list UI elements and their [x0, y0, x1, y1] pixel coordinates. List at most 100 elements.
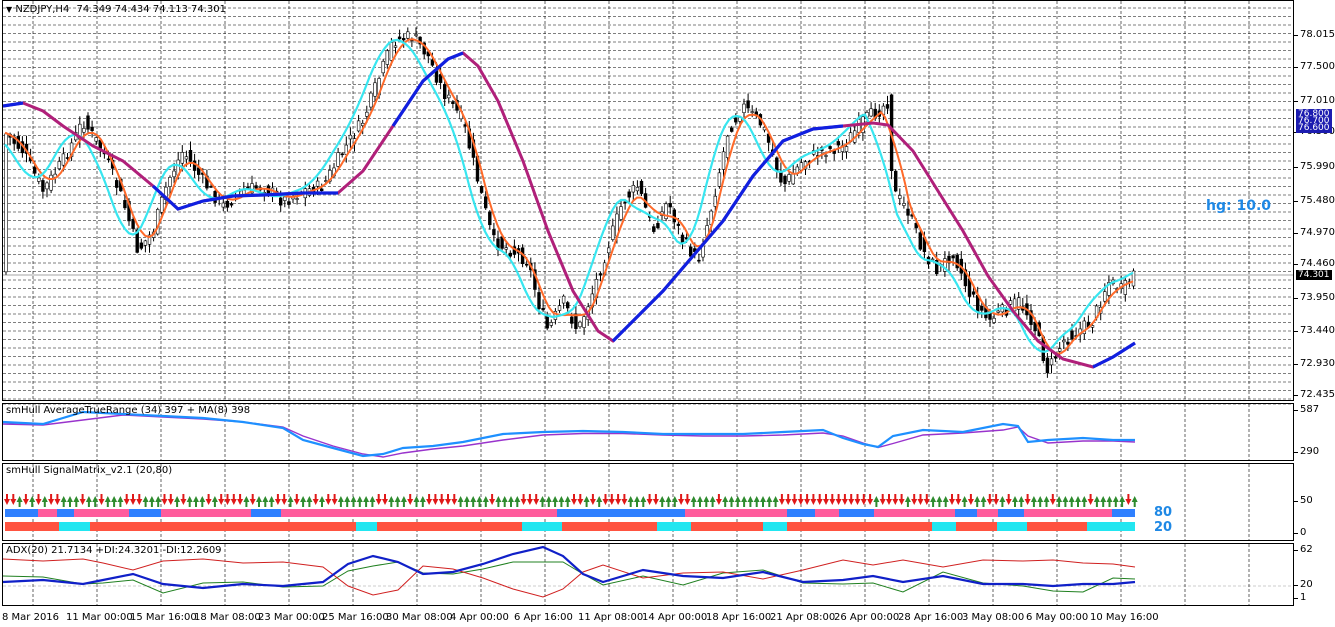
signal-up-arrow — [1062, 496, 1069, 507]
candle-body — [442, 84, 447, 99]
signal-up-arrow — [501, 496, 508, 507]
signal-up-arrow — [306, 496, 313, 507]
signal-up-arrow — [659, 496, 666, 507]
candle-body — [1045, 357, 1050, 374]
candle-body — [1066, 341, 1070, 345]
signal-up-arrow — [388, 496, 395, 507]
signal-matrix-panel[interactable]: smHull SignalMatrix_v2.1 (20,80) 80 20 — [2, 463, 1294, 541]
signal-down-arrow — [312, 494, 319, 505]
candle-body — [254, 185, 258, 189]
signal-bar-row2 — [90, 522, 119, 531]
plus-di-line — [3, 561, 1136, 594]
atr-axis: 587 290 — [1293, 403, 1335, 461]
signal-bar-row1 — [718, 509, 755, 517]
candle-body — [713, 195, 718, 207]
signal-up-arrow — [60, 496, 67, 507]
signal-tick: 50 — [1294, 495, 1313, 506]
signal-up-arrow — [1112, 496, 1119, 507]
candle-body — [373, 82, 377, 97]
signal-bar-row1 — [771, 509, 787, 517]
price-chart-panel[interactable]: ▼ NZDJPY,H4 74.349 74.434 74.113 74.301 … — [2, 0, 1294, 401]
candle-body — [123, 200, 127, 209]
candle-body — [721, 151, 726, 170]
signal-bar-row1 — [1066, 509, 1112, 517]
candle-body — [213, 191, 217, 203]
signal-down-arrow — [451, 494, 458, 505]
signal-up-arrow — [148, 496, 155, 507]
signal-down-arrow — [967, 494, 974, 505]
candle-body — [885, 104, 890, 109]
candle-body — [570, 316, 574, 324]
signal-up-arrow — [703, 496, 710, 507]
signal-bar-row2 — [986, 522, 997, 531]
signal-bar-row2 — [252, 522, 290, 531]
adx-tick: 20 — [1294, 579, 1313, 590]
time-tick: 18 Apr 16:00 — [706, 612, 772, 623]
candle-body — [787, 174, 791, 182]
signal-title: smHull SignalMatrix_v2.1 (20,80) — [6, 465, 173, 476]
signal-up-arrow — [344, 496, 351, 507]
signal-bar-row2 — [401, 522, 429, 531]
candle-body — [348, 134, 353, 140]
slow-ma-trend-segment — [391, 51, 464, 127]
candle-body — [639, 180, 644, 194]
candle-body — [725, 135, 730, 158]
candle-body — [729, 127, 734, 132]
signal-level-high: 80 — [1154, 505, 1173, 520]
candle-body — [225, 200, 230, 208]
candle-body — [369, 92, 373, 108]
signal-bar-row2 — [377, 522, 401, 531]
signal-up-arrow — [583, 496, 590, 507]
signal-bar-row1 — [515, 509, 557, 517]
signal-up-arrow — [1119, 496, 1126, 507]
signal-down-arrow — [841, 494, 848, 505]
signal-up-arrow — [734, 496, 741, 507]
signal-bar-row1 — [787, 509, 815, 517]
time-tick: 28 Apr 16:00 — [898, 612, 964, 623]
signal-down-arrow — [608, 494, 615, 505]
signal-up-arrow — [463, 496, 470, 507]
slow-ma-line — [3, 51, 1136, 369]
signal-down-arrow — [489, 494, 496, 505]
time-tick: 23 Mar 00:00 — [258, 612, 325, 623]
signal-up-arrow — [766, 496, 773, 507]
candle-body — [283, 196, 287, 201]
signal-up-arrow — [394, 496, 401, 507]
candle-body — [824, 155, 828, 157]
atr-panel[interactable]: smHull AverageTrueRange (34) 397 + MA(8)… — [2, 403, 1294, 461]
candle-body — [340, 153, 344, 156]
signal-down-arrow — [237, 494, 244, 505]
signal-bar-row2 — [1027, 522, 1059, 531]
triangle-down-icon[interactable]: ▼ — [6, 5, 12, 14]
signal-bar-row2 — [176, 522, 217, 531]
candle-body — [106, 158, 111, 161]
signal-up-arrow — [482, 496, 489, 507]
signal-down-arrow — [823, 494, 829, 505]
price-tick: 77.500 — [1294, 61, 1335, 72]
signal-up-arrow — [262, 496, 269, 507]
adx-panel[interactable]: ADX(20) 21.7134 +DI:24.3201 -DI:12.2609 — [2, 543, 1294, 606]
candle-body — [160, 196, 164, 213]
candle-body — [447, 94, 451, 99]
candle-body — [221, 202, 225, 208]
signal-bar-row1 — [290, 509, 315, 517]
candle-body — [287, 201, 291, 205]
signal-up-arrow — [337, 496, 344, 507]
signal-bar-row1 — [129, 509, 161, 517]
signal-down-arrow — [331, 494, 338, 505]
signal-down-arrow — [848, 494, 855, 505]
candle-body — [676, 223, 681, 226]
candle-body — [582, 316, 586, 328]
candle-body — [672, 209, 677, 223]
signal-bar-row2 — [816, 522, 859, 531]
signal-bar-row2 — [691, 522, 728, 531]
signal-down-arrow — [432, 494, 439, 505]
signal-down-arrow — [797, 494, 804, 505]
candle-body — [168, 177, 172, 187]
signal-bar-row1 — [57, 509, 74, 517]
signal-up-arrow — [111, 496, 118, 507]
candle-body — [434, 70, 439, 83]
time-tick: 8 Mar 2016 — [2, 612, 60, 623]
signal-level-low: 20 — [1154, 520, 1173, 535]
atr-tick: 587 — [1293, 404, 1320, 415]
